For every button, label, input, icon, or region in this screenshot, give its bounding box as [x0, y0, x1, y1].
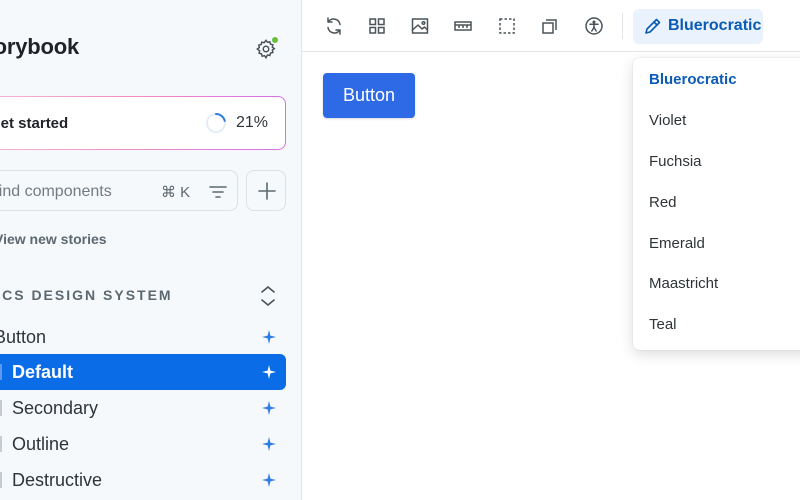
- tree-guide: [0, 472, 2, 488]
- toolbar-divider: [622, 13, 623, 39]
- sparkle-icon: [262, 330, 276, 344]
- grid-icon[interactable]: [367, 16, 387, 36]
- tree-guide: [0, 400, 2, 416]
- theme-option-maastricht[interactable]: Maastricht: [649, 275, 718, 292]
- group-title[interactable]: RCS DESIGN SYSTEM: [0, 287, 173, 303]
- tree-item-secondary[interactable]: Secondary: [0, 390, 286, 426]
- image-icon[interactable]: [410, 16, 430, 36]
- tree-item-outline[interactable]: Outline: [0, 426, 286, 462]
- onboarding-progress-card[interactable]: Get started 21%: [0, 96, 286, 150]
- search-shortcut: ⌘ K: [161, 184, 191, 201]
- progress-ring-icon: [206, 113, 226, 133]
- tree-item-label: Outline: [12, 434, 70, 454]
- onboarding-label: Get started: [0, 115, 69, 132]
- theme-option-teal[interactable]: Teal: [649, 316, 677, 333]
- layers-icon[interactable]: [540, 16, 560, 36]
- search-input[interactable]: Find components ⌘ K: [0, 170, 238, 211]
- sidebar: Storybook Get started 21% Find component…: [0, 0, 302, 500]
- onboarding-percent: 21%: [236, 114, 269, 131]
- search-placeholder: Find components: [0, 183, 112, 200]
- theme-option-fuchsia[interactable]: Fuchsia: [649, 153, 702, 170]
- tree-item-label: Default: [12, 362, 74, 382]
- tree-guide: [0, 364, 2, 380]
- plus-icon: [258, 182, 276, 200]
- preview-toolbar: Bluerocratic: [302, 0, 800, 52]
- preview-button[interactable]: Button: [323, 73, 415, 118]
- theme-menu: Bluerocratic Violet Fuchsia Red Emerald …: [633, 58, 800, 350]
- tree-item-label: Button: [0, 327, 47, 347]
- theme-option-red[interactable]: Red: [649, 194, 677, 211]
- view-new-stories-link[interactable]: View new stories: [0, 231, 107, 247]
- theme-switcher-button[interactable]: Bluerocratic: [633, 9, 763, 44]
- outline-icon[interactable]: [497, 16, 517, 36]
- tree-item-default[interactable]: Default: [0, 354, 286, 390]
- collapse-icon[interactable]: [260, 285, 276, 307]
- paintbrush-icon: [645, 18, 661, 34]
- settings-button[interactable]: [255, 36, 279, 60]
- sparkle-icon: [262, 437, 276, 451]
- notification-dot: [271, 36, 279, 44]
- sparkle-icon: [262, 473, 276, 487]
- ruler-icon[interactable]: [453, 16, 473, 36]
- filter-icon[interactable]: [209, 184, 227, 200]
- tree-item-label: Destructive: [12, 470, 103, 490]
- tree-item-label: Secondary: [12, 398, 99, 418]
- tree-item-button[interactable]: Button: [0, 319, 286, 355]
- theme-option-emerald[interactable]: Emerald: [649, 235, 705, 252]
- sparkle-icon: [262, 401, 276, 415]
- tree-item-destructive[interactable]: Destructive: [0, 462, 286, 498]
- theme-switcher-label: Bluerocratic: [668, 17, 762, 34]
- sparkle-icon: [262, 365, 276, 379]
- add-story-button[interactable]: [246, 170, 286, 211]
- reload-icon[interactable]: [324, 16, 344, 36]
- theme-option-violet[interactable]: Violet: [649, 112, 686, 129]
- accessibility-icon[interactable]: [584, 16, 604, 36]
- tree-guide: [0, 436, 2, 452]
- brand-title: Storybook: [0, 34, 79, 59]
- theme-option-bluerocratic[interactable]: Bluerocratic: [649, 71, 737, 88]
